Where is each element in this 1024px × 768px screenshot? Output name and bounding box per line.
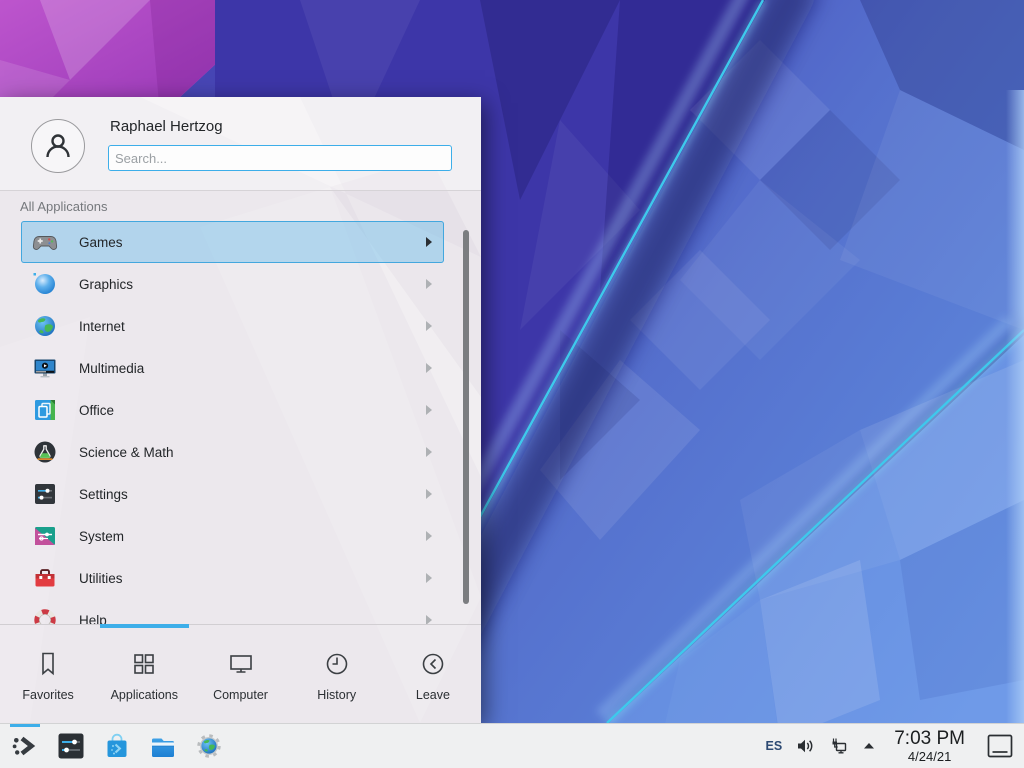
taskbar-launcher-app-launcher[interactable] (10, 724, 40, 768)
science-icon (32, 439, 58, 465)
submenu-arrow-icon (426, 405, 432, 415)
office-icon (32, 397, 58, 423)
launcher-header: Raphael Hertzog (0, 97, 481, 191)
submenu-arrow-icon (426, 615, 432, 624)
menu-item-science-math[interactable]: Science & Math (21, 431, 444, 473)
taskbar: ES 7:03 PM 4/24/21 (0, 723, 1024, 768)
app-category-list: Games Graphics Internet Multimedia Offic… (21, 221, 444, 624)
menu-item-internet[interactable]: Internet (21, 305, 444, 347)
games-icon (32, 229, 58, 255)
system-icon (32, 523, 58, 549)
submenu-arrow-icon (426, 489, 432, 499)
application-launcher-popup: Raphael Hertzog All Applications Games G… (0, 97, 481, 723)
task-icons (10, 724, 224, 768)
settings-icon (32, 481, 58, 507)
clock-time: 7:03 PM (894, 729, 965, 748)
multimedia-icon (32, 355, 58, 381)
taskbar-launcher-system-settings[interactable] (56, 724, 86, 768)
menu-item-games[interactable]: Games (21, 221, 444, 263)
footer-separator (0, 624, 481, 625)
desktop: Raphael Hertzog All Applications Games G… (0, 0, 1024, 768)
tab-computer[interactable]: Computer (192, 628, 288, 723)
menu-item-graphics[interactable]: Graphics (21, 263, 444, 305)
submenu-arrow-icon (426, 531, 432, 541)
show-desktop-icon[interactable] (986, 733, 1014, 759)
submenu-arrow-icon (426, 279, 432, 289)
menu-item-utilities[interactable]: Utilities (21, 557, 444, 599)
user-name: Raphael Hertzog (110, 118, 223, 135)
leave-icon (418, 649, 448, 679)
submenu-arrow-icon (426, 573, 432, 583)
system-tray: ES 7:03 PM 4/24/21 (766, 729, 1014, 763)
tab-favorites[interactable]: Favorites (0, 628, 96, 723)
taskbar-launcher-web-browser[interactable] (194, 724, 224, 768)
digital-clock[interactable]: 7:03 PM 4/24/21 (894, 729, 965, 763)
user-avatar[interactable] (31, 119, 85, 173)
network-icon[interactable] (828, 736, 848, 756)
menu-item-help[interactable]: Help (21, 599, 444, 624)
submenu-arrow-icon (426, 447, 432, 457)
tray-expand-caret-icon[interactable] (861, 738, 877, 754)
menu-item-office[interactable]: Office (21, 389, 444, 431)
keyboard-layout-indicator[interactable]: ES (766, 739, 783, 753)
taskbar-launcher-discover[interactable] (102, 724, 132, 768)
user-avatar-icon (41, 129, 75, 163)
internet-icon (32, 313, 58, 339)
submenu-arrow-icon (426, 237, 432, 247)
menu-item-settings[interactable]: Settings (21, 473, 444, 515)
clock-date: 4/24/21 (894, 750, 965, 763)
kde-launcher-icon (10, 731, 40, 761)
taskbar-launcher-file-manager[interactable] (148, 724, 178, 768)
graphics-icon (32, 271, 58, 297)
monitor-icon (226, 649, 256, 679)
section-label: All Applications (20, 199, 107, 214)
submenu-arrow-icon (426, 321, 432, 331)
list-scrollbar[interactable] (463, 230, 469, 604)
clock-icon (322, 649, 352, 679)
tab-history[interactable]: History (289, 628, 385, 723)
grid-icon (129, 649, 159, 679)
folder-icon (148, 731, 178, 761)
launcher-footer-tabs: Favorites Applications Computer History … (0, 628, 481, 723)
tab-leave[interactable]: Leave (385, 628, 481, 723)
search-input[interactable] (108, 145, 452, 171)
discover-icon (102, 731, 132, 761)
globe-gear-icon (194, 731, 224, 761)
volume-icon[interactable] (795, 736, 815, 756)
utilities-icon (32, 565, 58, 591)
help-icon (32, 607, 58, 624)
menu-item-multimedia[interactable]: Multimedia (21, 347, 444, 389)
submenu-arrow-icon (426, 363, 432, 373)
bookmark-icon (33, 649, 63, 679)
tab-applications[interactable]: Applications (96, 628, 192, 723)
systemsettings-icon (56, 731, 86, 761)
menu-item-system[interactable]: System (21, 515, 444, 557)
